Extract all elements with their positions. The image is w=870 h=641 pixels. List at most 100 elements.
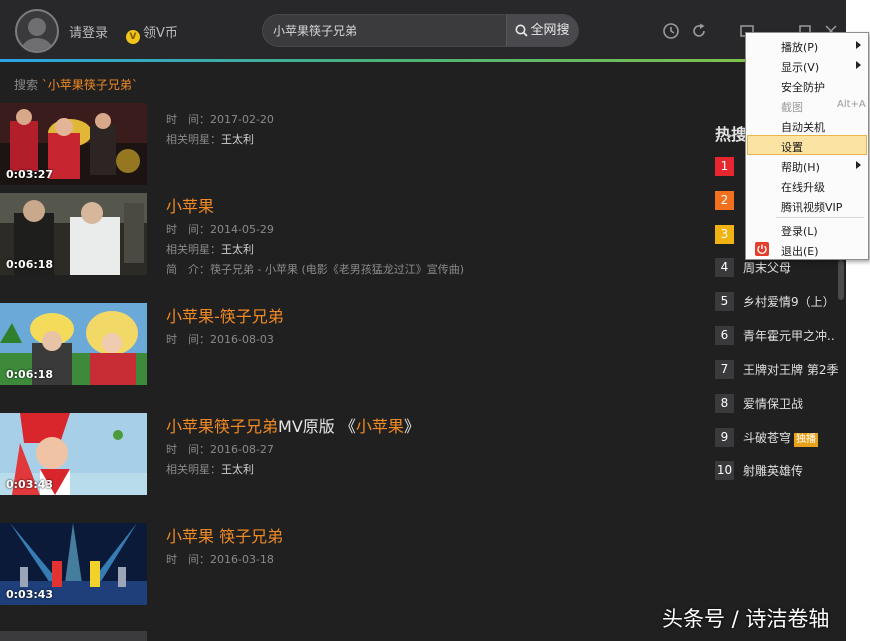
result-title[interactable]: 小苹果筷子兄弟MV原版 《小苹果》 bbox=[166, 413, 420, 437]
meta-star: 相关明星：王太利 bbox=[166, 461, 254, 477]
rank-badge: 7 bbox=[715, 360, 734, 379]
title-keyword: 小苹果 bbox=[355, 417, 404, 436]
meta-value: 筷子兄弟 - 小苹果 (电影《老男孩猛龙过江》宣传曲) bbox=[210, 263, 465, 276]
search-box: 全网搜 bbox=[262, 14, 579, 47]
menu-item-label: 设置 bbox=[781, 141, 803, 154]
hot-item[interactable]: 10 射雕英雄传 bbox=[715, 461, 845, 481]
menu-item-screenshot: 截图 Alt+A bbox=[747, 95, 867, 115]
meta-label: 相关明星： bbox=[166, 133, 221, 146]
meta-value: 2016-08-27 bbox=[210, 443, 274, 456]
vcoin-link[interactable]: V 领V币 bbox=[126, 22, 178, 44]
hot-item[interactable]: 8 爱情保卫战 bbox=[715, 394, 845, 414]
title-text: 》 bbox=[403, 417, 420, 436]
search-button[interactable]: 全网搜 bbox=[506, 15, 578, 46]
video-thumbnail[interactable]: 0:06:18 bbox=[0, 303, 147, 385]
menu-item-play[interactable]: 播放(P) bbox=[747, 35, 867, 55]
menu-item-exit[interactable]: 退出(E) bbox=[747, 239, 867, 259]
menu-item-update[interactable]: 在线升级 bbox=[747, 175, 867, 195]
breadcrumb: 搜索 `小苹果筷子兄弟` bbox=[14, 76, 138, 93]
menu-item-vip[interactable]: 腾讯视频VIP bbox=[747, 195, 867, 215]
title-keyword: 小苹果筷子兄弟 bbox=[166, 417, 279, 436]
rank-badge: 2 bbox=[715, 191, 734, 210]
meta-value: 2016-08-03 bbox=[210, 333, 274, 346]
rank-badge: 6 bbox=[715, 326, 734, 345]
breadcrumb-keyword: `小苹果筷子兄弟` bbox=[41, 78, 138, 92]
meta-date: 时 间：2016-03-18 bbox=[166, 551, 274, 567]
meta-date: 时 间：2017-02-20 bbox=[166, 111, 274, 127]
main-menu-popup: 播放(P) 显示(V) 安全防护 截图 Alt+A 自动关机 设置 帮助(H) … bbox=[745, 32, 869, 260]
hot-search-title: 热搜 bbox=[715, 125, 748, 144]
meta-label: 时 间： bbox=[166, 223, 210, 236]
scrollbar-thumb[interactable] bbox=[838, 260, 844, 300]
menu-item-label: 在线升级 bbox=[781, 181, 825, 194]
menu-item-label: 自动关机 bbox=[781, 121, 825, 134]
search-input[interactable] bbox=[273, 15, 509, 46]
meta-value: 2017-02-20 bbox=[210, 113, 274, 126]
search-button-label: 全网搜 bbox=[530, 23, 570, 38]
hot-item-name: 爱情保卫战 bbox=[743, 397, 804, 411]
video-app-window: 请登录 V领V币 全网搜 bbox=[0, 0, 846, 641]
rank-badge: 3 bbox=[715, 225, 734, 244]
search-icon bbox=[515, 24, 529, 37]
star-link[interactable]: 王太利 bbox=[221, 243, 254, 256]
rank-badge: 8 bbox=[715, 394, 734, 413]
accent-line bbox=[0, 59, 846, 62]
result-title[interactable]: 小苹果 筷子兄弟 bbox=[166, 523, 283, 547]
result-title[interactable]: 小苹果 bbox=[166, 193, 214, 217]
video-thumbnail[interactable]: 0:03:27 bbox=[0, 103, 147, 185]
star-link[interactable]: 王太利 bbox=[221, 133, 254, 146]
submenu-arrow-icon bbox=[856, 41, 861, 49]
duration-label: 0:06:18 bbox=[6, 258, 54, 271]
menu-item-security[interactable]: 安全防护 bbox=[747, 75, 867, 95]
hot-item-name: 周末父母 bbox=[743, 261, 792, 275]
hot-item-name: 乡村爱情9（上） bbox=[743, 295, 835, 309]
rank-badge: 5 bbox=[715, 292, 734, 311]
hot-item-name: 射雕英雄传 bbox=[743, 464, 804, 478]
submenu-arrow-icon bbox=[856, 61, 861, 69]
menu-item-login[interactable]: 登录(L) bbox=[747, 219, 867, 239]
meta-label: 相关明星： bbox=[166, 243, 221, 256]
video-thumbnail[interactable]: 0:03:43 bbox=[0, 523, 147, 605]
result-title[interactable]: 小苹果-筷子兄弟 bbox=[166, 303, 284, 327]
rank-badge: 10 bbox=[715, 461, 734, 480]
meta-label: 时 间： bbox=[166, 553, 210, 566]
meta-value: 2016-03-18 bbox=[210, 553, 274, 566]
vcoin-icon: V bbox=[126, 30, 140, 44]
meta-label: 相关明星： bbox=[166, 463, 221, 476]
history-icon[interactable] bbox=[662, 22, 680, 40]
meta-date: 时 间：2016-08-27 bbox=[166, 441, 274, 457]
video-thumbnail[interactable]: 0:06:18 bbox=[0, 193, 147, 275]
hot-item[interactable]: 9 斗破苍穹 独播 bbox=[715, 428, 845, 448]
video-thumbnail[interactable]: 0:03:43 bbox=[0, 413, 147, 495]
video-thumbnail[interactable] bbox=[0, 631, 147, 641]
hot-item-name: 王牌对王牌 第2季 bbox=[743, 363, 839, 377]
power-glyph bbox=[757, 244, 767, 255]
hot-item[interactable]: 4 周末父母 bbox=[715, 258, 845, 278]
menu-separator bbox=[776, 217, 864, 218]
menu-item-label: 退出(E) bbox=[781, 245, 819, 258]
menu-item-settings[interactable]: 设置 bbox=[747, 135, 867, 155]
menu-item-label: 安全防护 bbox=[781, 81, 825, 94]
top-bar: 请登录 V领V币 全网搜 bbox=[0, 0, 846, 61]
login-link[interactable]: 请登录 bbox=[69, 22, 108, 41]
hot-item[interactable]: 6 青年霍元甲之冲.. bbox=[715, 326, 845, 346]
hot-item[interactable]: 5 乡村爱情9（上） bbox=[715, 292, 845, 312]
menu-item-label: 帮助(H) bbox=[781, 161, 820, 174]
menu-item-help[interactable]: 帮助(H) bbox=[747, 155, 867, 175]
hot-item-name: 青年霍元甲之冲.. bbox=[743, 329, 835, 343]
thumbnail-image bbox=[0, 631, 147, 641]
avatar[interactable] bbox=[15, 9, 59, 53]
star-link[interactable]: 王太利 bbox=[221, 463, 254, 476]
menu-item-label: 播放(P) bbox=[781, 41, 819, 54]
hot-item-name: 斗破苍穹 独播 bbox=[743, 429, 819, 447]
rank-badge: 9 bbox=[715, 428, 734, 447]
meta-date: 时 间：2014-05-29 bbox=[166, 221, 274, 237]
hot-item[interactable]: 7 王牌对王牌 第2季 bbox=[715, 360, 845, 380]
duration-label: 0:03:43 bbox=[6, 478, 54, 491]
menu-item-auto-shutdown[interactable]: 自动关机 bbox=[747, 115, 867, 135]
user-silhouette-icon bbox=[22, 18, 52, 51]
meta-date: 时 间：2016-08-03 bbox=[166, 331, 274, 347]
refresh-icon[interactable] bbox=[690, 22, 708, 40]
menu-item-display[interactable]: 显示(V) bbox=[747, 55, 867, 75]
breadcrumb-prefix: 搜索 bbox=[14, 78, 39, 92]
